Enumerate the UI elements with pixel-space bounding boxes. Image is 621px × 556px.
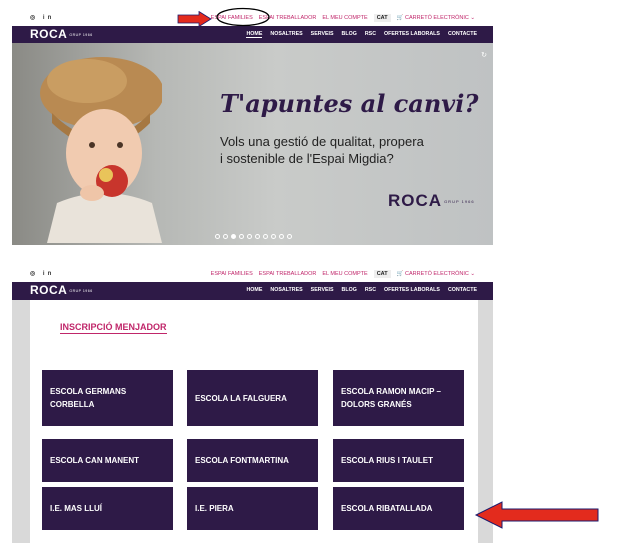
highlight-circle [216,7,270,27]
roca-logo[interactable]: ROCA GRUP 1966 [30,283,93,297]
child-chef-illustration [40,57,162,243]
utility-links: ESPAI FAMILIES ESPAI TREBALLADOR EL MEU … [211,270,475,278]
nav-item-nosaltres[interactable]: NOSALTRES [270,287,302,293]
homepage-screenshot: ◎ in ESPAI FAMILIES ESPAI TREBALLADOR EL… [12,10,493,246]
menjador-page-screenshot: ◎ in ESPAI FAMILIES ESPAI TREBALLADOR EL… [12,266,493,543]
nav-item-serveis[interactable]: SERVEIS [311,287,334,293]
logo-text: ROCA [30,27,68,41]
nav-menu: HOME NOSALTRES SERVEIS BLOG RSC OFERTES … [246,287,477,293]
slider-dot[interactable] [279,234,284,239]
hero-subtitle: Vols una gestió de qualitat, propera i s… [220,133,480,167]
nav-item-contacte[interactable]: CONTACTE [448,287,477,293]
account-link[interactable]: EL MEU COMPTE [322,271,367,277]
nav-item-home[interactable]: HOME [246,287,262,293]
school-tile[interactable]: ESCOLA FONTMARTINA [187,439,318,482]
nav-item-rsc[interactable]: RSC [365,31,376,38]
slider-dot[interactable] [215,234,220,239]
slider-dots [215,234,292,239]
main-nav: ROCA GRUP 1966 HOME NOSALTRES SERVEIS BLO… [12,282,493,300]
language-selector[interactable]: CAT [373,14,391,22]
slider-dot[interactable] [263,234,268,239]
nav-item-serveis[interactable]: SERVEIS [311,31,334,38]
page-body: INSCRIPCIÓ MENJADOR ESCOLA GERMANS CORBE… [12,300,493,543]
slider-dot[interactable] [287,234,292,239]
hero-logo: ROCA GRUP 1966 [388,191,475,211]
slider-dot[interactable] [239,234,244,239]
school-tile[interactable]: ESCOLA GERMANS CORBELLA [42,370,173,426]
hero-slider[interactable]: T'apuntes al canvi? Vols una gestió de q… [12,43,493,245]
cart-label: CARRETÓ ELECTRÒNIC [404,271,469,277]
slider-dot[interactable] [255,234,260,239]
slider-dot[interactable] [271,234,276,239]
language-selector[interactable]: CAT [373,270,391,278]
annotation-arrow-left-icon [474,501,599,529]
hero-logo-text: ROCA [388,191,443,210]
school-tile[interactable]: ESCOLA RIBATALLADA [333,487,464,530]
social-links[interactable]: ◎ in [30,14,54,21]
school-tile[interactable]: ESCOLA LA FALGUERA [187,370,318,426]
section-title: INSCRIPCIÓ MENJADOR [60,322,167,334]
nav-item-home[interactable]: HOME [246,31,263,38]
school-tile[interactable]: ESCOLA RIUS I TAULET [333,439,464,482]
school-tile[interactable]: I.E. PIERA [187,487,318,530]
hero-title: T'apuntes al canvi? [220,89,479,118]
cart-link[interactable]: 🛒 CARRETÓ ELECTRÒNIC ⌄ [397,271,475,277]
nav-item-blog[interactable]: BLOG [342,31,357,38]
cart-link[interactable]: 🛒 CARRETÓ ELECTRÒNIC ⌄ [397,15,475,21]
utility-bar: ◎ in ESPAI FAMILIES ESPAI TREBALLADOR EL… [12,266,493,282]
content-area: INSCRIPCIÓ MENJADOR ESCOLA GERMANS CORBE… [30,300,478,543]
school-tile[interactable]: ESCOLA RAMON MACIP – DOLORS GRANÉS [333,370,464,426]
social-links[interactable]: ◎ in [30,270,54,277]
slider-dot[interactable] [231,234,236,239]
hero-subtitle-line1: Vols una gestió de qualitat, propera [220,134,424,149]
account-link[interactable]: EL MEU COMPTE [322,15,367,21]
nav-item-rsc[interactable]: RSC [365,287,376,293]
logo-text: ROCA [30,283,68,297]
nav-item-ofertes[interactable]: OFERTES LABORALS [384,287,440,293]
hero-subtitle-line2: i sostenible de l'Espai Migdia? [220,151,394,166]
families-link[interactable]: ESPAI FAMILIES [211,271,253,277]
main-nav: ROCA GRUP 1966 HOME NOSALTRES SERVEIS BLO… [12,26,493,43]
annotation-arrow-right-icon [177,11,212,27]
nav-item-contacte[interactable]: CONTACTE [448,31,477,38]
logo-tagline: GRUP 1966 [69,32,93,37]
school-tile[interactable]: I.E. MAS LLUÍ [42,487,173,530]
nav-item-ofertes[interactable]: OFERTES LABORALS [384,31,440,38]
roca-logo[interactable]: ROCA GRUP 1966 [30,27,93,41]
logo-tagline: GRUP 1966 [69,288,93,293]
cart-label: CARRETÓ ELECTRÒNIC [404,15,469,21]
school-tile[interactable]: ESCOLA CAN MANENT [42,439,173,482]
slider-dot[interactable] [223,234,228,239]
workers-link[interactable]: ESPAI TREBALLADOR [259,271,317,277]
nav-menu: HOME NOSALTRES SERVEIS BLOG RSC OFERTES … [246,31,477,38]
hero-logo-tagline: GRUP 1966 [444,199,475,205]
slider-dot[interactable] [247,234,252,239]
nav-item-nosaltres[interactable]: NOSALTRES [270,31,302,38]
refresh-icon[interactable]: ↻ [481,51,487,59]
nav-item-blog[interactable]: BLOG [342,287,357,293]
